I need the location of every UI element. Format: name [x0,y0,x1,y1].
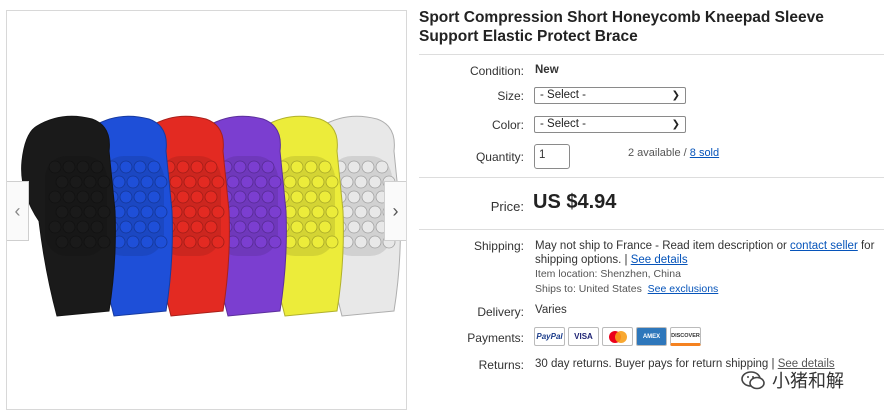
shipping-text: May not ship to France - Read item descr… [535,240,791,252]
returns-text: 30 day returns. Buyer pays for return sh… [535,358,775,370]
paypal-icon: PayPal [534,327,565,346]
contact-seller-link[interactable]: contact seller [790,240,858,252]
size-select-value: - Select - [540,89,587,101]
color-select-value: - Select - [540,118,587,130]
available-count: 2 available / [628,147,690,159]
mastercard-icon [602,327,633,346]
watermark-text: 小猪和解 [772,371,844,392]
shipping-text-end: for [857,240,875,252]
sold-link[interactable]: 8 sold [690,147,719,159]
divider [419,229,884,230]
price-label: Price: [490,199,524,214]
item-location-value: Shenzhen, China [600,268,681,280]
quantity-label: Quantity: [475,150,524,164]
shipping-details-link[interactable]: See details [631,254,688,266]
chevron-right-icon: › [392,200,399,221]
gallery-prev-button[interactable]: ‹ [7,181,29,241]
product-image[interactable] [7,11,407,410]
color-label: Color: [491,118,524,132]
shipping-info: May not ship to France - Read item descr… [535,239,880,267]
divider [419,177,884,178]
item-location: Item location: Shenzhen, China [535,268,681,280]
quantity-availability: 2 available / 8 sold [628,147,719,159]
condition-value: New [535,64,559,76]
see-exclusions-link[interactable]: See exclusions [648,283,719,295]
returns-label: Returns: [478,358,524,372]
visa-icon: VISA [568,327,599,346]
size-label: Size: [497,89,524,103]
delivery-value: Varies [535,304,567,316]
ships-to-label: Ships to: [535,283,576,295]
shipping-options-text: shipping options. | [535,254,631,266]
condition-label: Condition: [469,64,524,78]
amex-icon: AMEX [636,327,667,346]
ships-to-value: United States [578,283,642,295]
discover-icon: DISCOVER [670,327,701,346]
gallery-next-button[interactable]: › [384,181,406,241]
quantity-input[interactable]: 1 [534,144,570,169]
chevron-left-icon: ‹ [14,200,21,221]
sleeve-black [21,115,116,317]
watermark: 小猪和解 [740,367,844,393]
color-select[interactable]: - Select - ❯ [534,116,686,133]
size-select[interactable]: - Select - ❯ [534,87,686,104]
product-image-gallery: ‹ › [6,10,407,410]
ships-to: Ships to: United States See exclusions [535,283,718,295]
chevron-down-icon: ❯ [671,119,680,130]
wechat-icon [741,371,765,390]
divider [419,54,884,55]
price-value: US $4.94 [533,191,617,213]
chevron-down-icon: ❯ [671,90,680,101]
shipping-label: Shipping: [473,239,524,253]
item-location-label: Item location: [535,268,598,280]
delivery-label: Delivery: [477,305,524,319]
payments-label: Payments: [467,331,524,345]
item-title: Sport Compression Short Honeycomb Kneepa… [419,9,824,45]
